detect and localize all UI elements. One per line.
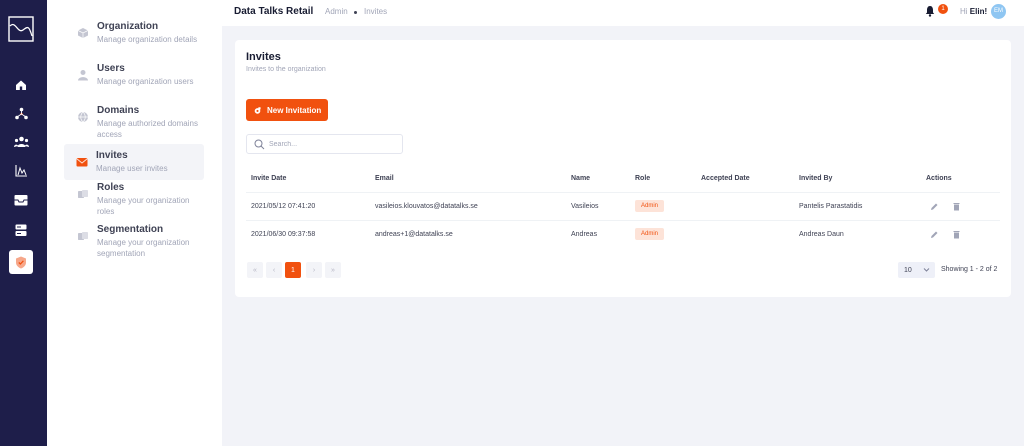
page-button-current[interactable]: 1: [285, 262, 301, 278]
notification-badge: 1: [938, 4, 948, 14]
column-header-accepted-date[interactable]: Accepted Date: [701, 175, 750, 182]
menu-item-organization[interactable]: Organization Manage organization details: [65, 15, 203, 51]
search-input[interactable]: [269, 137, 399, 151]
menu-item-roles[interactable]: Roles Manage your organization roles: [65, 176, 203, 223]
cell-invite-date: 2021/05/12 07:41:20: [251, 203, 316, 210]
server-icon[interactable]: [11, 220, 31, 240]
page-size-select[interactable]: 10: [898, 262, 935, 278]
first-page-button[interactable]: «: [247, 262, 263, 278]
sitemap-icon[interactable]: [11, 103, 31, 123]
page-subtitle: Invites to the organization: [246, 66, 326, 73]
breadcrumb-admin[interactable]: Admin: [325, 7, 348, 16]
column-header-email[interactable]: Email: [375, 175, 394, 182]
next-page-button[interactable]: ›: [306, 262, 322, 278]
menu-item-desc: Manage user invites: [96, 164, 168, 173]
trash-icon[interactable]: [952, 230, 961, 239]
analytics-icon[interactable]: [11, 160, 31, 180]
cell-name: Andreas: [571, 231, 598, 238]
home-icon[interactable]: [11, 75, 31, 95]
role-badge: Admin: [635, 200, 665, 212]
menu-item-invites[interactable]: Invites Manage user invites: [64, 144, 204, 180]
user-name: Elin!: [969, 7, 988, 16]
avatar[interactable]: EM: [991, 4, 1006, 19]
prev-page-button[interactable]: ‹: [266, 262, 282, 278]
column-header-invite-date[interactable]: Invite Date: [251, 175, 286, 182]
greeting-prefix: Hi: [960, 7, 968, 16]
table-row: 2021/05/12 07:41:20 vasileios.klouvatos@…: [246, 192, 1000, 220]
invites-card: Invites Invites to the organization New …: [235, 40, 1011, 297]
search-box: [246, 134, 403, 154]
menu-item-title: Invites: [96, 150, 128, 161]
menu-item-title: Organization: [97, 21, 159, 32]
logo-chart-icon[interactable]: [8, 16, 34, 42]
cell-invite-date: 2021/06/30 09:37:58: [251, 231, 316, 238]
page-title: Invites: [246, 51, 281, 63]
inbox-icon[interactable]: [11, 190, 31, 210]
column-header-invited-by[interactable]: Invited By: [799, 175, 832, 182]
pagination-summary: Showing 1 - 2 of 2: [941, 266, 998, 273]
menu-item-desc: Manage your organization segmentation: [97, 238, 190, 258]
shield-icon[interactable]: [9, 250, 33, 274]
globe-icon: [78, 111, 88, 123]
cards-icon: [78, 190, 88, 198]
table-row: 2021/06/30 09:37:58 andreas+1@datatalks.…: [246, 220, 1000, 248]
chevron-down-icon: [923, 268, 930, 272]
settings-menu: Organization Manage organization details…: [47, 0, 222, 446]
cell-name: Vasileios: [571, 203, 599, 210]
column-header-role[interactable]: Role: [635, 175, 650, 182]
plus-circle-icon: [254, 106, 261, 114]
menu-item-title: Segmentation: [97, 224, 164, 235]
menu-item-title: Domains: [97, 105, 140, 116]
users-icon[interactable]: [11, 132, 31, 152]
page-size-value: 10: [904, 266, 912, 274]
cards-icon: [78, 232, 88, 240]
role-badge: Admin: [635, 228, 665, 240]
edit-icon[interactable]: [930, 202, 939, 211]
cell-email: vasileios.klouvatos@datatalks.se: [375, 203, 478, 210]
new-invitation-label: New Invitation: [267, 105, 322, 115]
edit-icon[interactable]: [930, 230, 939, 239]
cell-email: andreas+1@datatalks.se: [375, 231, 453, 238]
top-header: Data Talks Retail Admin Invites 1 Hi Eli…: [222, 0, 1024, 26]
cube-icon: [77, 28, 89, 38]
search-icon: [254, 139, 265, 150]
menu-item-users[interactable]: Users Manage organization users: [65, 57, 203, 93]
column-header-name[interactable]: Name: [571, 175, 590, 182]
trash-icon[interactable]: [952, 202, 961, 211]
cell-invited-by: Pantelis Parastatidis: [799, 203, 863, 210]
greeting: Hi Elin!: [960, 7, 987, 16]
column-header-actions: Actions: [926, 175, 952, 182]
menu-item-desc: Manage your organization roles: [97, 196, 190, 216]
menu-item-domains[interactable]: Domains Manage authorized domains access: [65, 99, 203, 146]
user-icon: [78, 70, 88, 81]
menu-item-segmentation[interactable]: Segmentation Manage your organization se…: [65, 218, 203, 265]
menu-item-title: Users: [97, 63, 125, 74]
menu-item-desc: Manage authorized domains access: [97, 119, 198, 139]
menu-item-desc: Manage organization details: [97, 35, 198, 44]
breadcrumb-separator: [354, 11, 357, 14]
new-invitation-button[interactable]: New Invitation: [246, 99, 328, 121]
app-title: Data Talks Retail: [234, 6, 314, 17]
menu-item-desc: Manage organization users: [97, 77, 194, 86]
last-page-button[interactable]: »: [325, 262, 341, 278]
breadcrumb-invites: Invites: [364, 7, 388, 16]
menu-item-title: Roles: [97, 182, 125, 193]
app-rail: [0, 0, 47, 446]
cell-invited-by: Andreas Daun: [799, 231, 844, 238]
bell-icon[interactable]: [924, 5, 936, 17]
envelope-icon: [76, 158, 88, 167]
